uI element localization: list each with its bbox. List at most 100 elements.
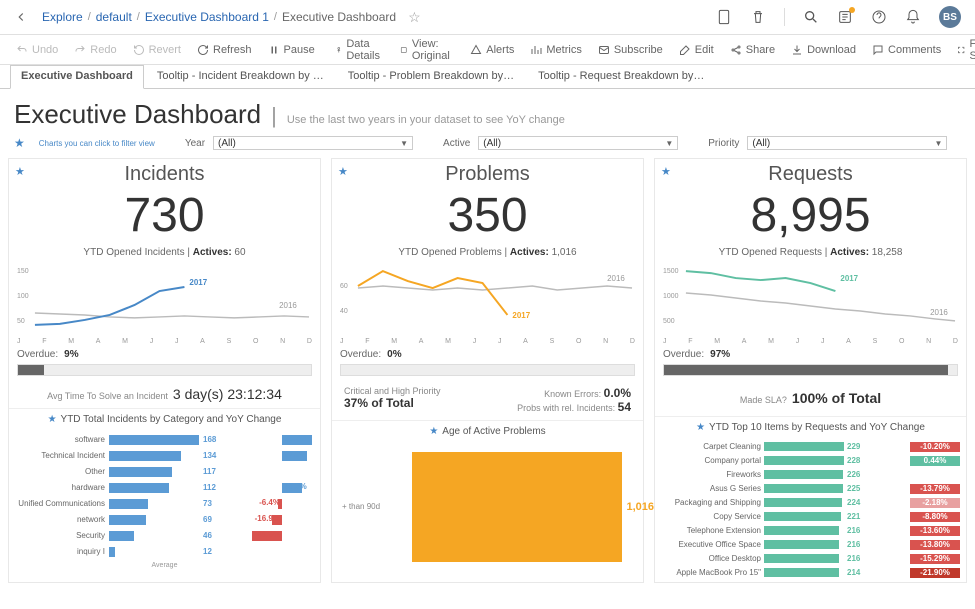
requests-subcard-title: ★YTD Top 10 Items by Requests and YoY Ch…: [655, 416, 966, 438]
back-icon[interactable]: [14, 10, 28, 24]
bar-row[interactable]: hardware 112 45.5%: [17, 480, 312, 496]
star-icon: ★: [696, 422, 705, 433]
problems-card[interactable]: ★ Problems 350 YTD Opened Problems | Act…: [331, 158, 644, 583]
overdue-val: 0%: [387, 349, 401, 360]
bar-row[interactable]: Packaging and Shipping 224 -2.18%: [661, 496, 960, 510]
undo-button: Undo: [10, 41, 64, 59]
notification-dot: [849, 7, 855, 13]
age-bar-value: 1,016: [626, 501, 654, 513]
bar-row[interactable]: Executive Office Space 216 -13.80%: [661, 538, 960, 552]
hint-text: Charts you can click to filter view: [39, 139, 155, 148]
incidents-card[interactable]: ★ Incidents 730 YTD Opened Incidents | A…: [8, 158, 321, 583]
breadcrumb-default[interactable]: default: [96, 10, 132, 24]
bar-row[interactable]: Office Desktop 216 -15.29%: [661, 552, 960, 566]
incidents-trend-chart[interactable]: 15010050 2016 2017: [9, 258, 320, 338]
bar-row[interactable]: Technical Incident 134 57.6%: [17, 448, 312, 464]
age-bar: 1,016: [412, 452, 622, 562]
bar-row[interactable]: Fireworks 226: [661, 468, 960, 482]
svg-text:60: 60: [340, 283, 348, 290]
favorite-star-icon[interactable]: ☆: [408, 9, 421, 26]
view-button[interactable]: View: Original: [394, 35, 460, 65]
svg-text:40: 40: [340, 308, 348, 315]
sla-line: Made SLA? 100% of Total: [655, 380, 966, 416]
breadcrumb-sep: /: [137, 11, 140, 23]
share-button[interactable]: Share: [724, 41, 781, 59]
comments-button[interactable]: Comments: [866, 41, 947, 59]
svg-text:100: 100: [17, 293, 29, 300]
problems-count: 350: [332, 186, 643, 247]
requests-trend-chart[interactable]: 15001000500 2016 2017: [655, 258, 966, 338]
requests-item-bars[interactable]: Carpet Cleaning 229 -10.20%Company porta…: [655, 438, 966, 582]
breadcrumb: Explore / default / Executive Dashboard …: [42, 10, 396, 24]
updates-icon[interactable]: [837, 9, 853, 25]
svg-text:1000: 1000: [663, 293, 679, 300]
filter-active-select[interactable]: (All)▼: [478, 136, 678, 150]
star-icon: ★: [429, 426, 438, 437]
toolbar: Undo Redo Revert Refresh Pause Data Deta…: [0, 35, 975, 65]
bar-row[interactable]: network 69 -16.9%: [17, 512, 312, 528]
overdue-label: Overdue:: [340, 349, 381, 360]
problems-subline: YTD Opened Problems | Actives: 1,016: [332, 247, 643, 258]
svg-text:1500: 1500: [663, 268, 679, 275]
bar-row[interactable]: Apple MacBook Pro 15" 214 -21.90%: [661, 566, 960, 580]
title-sep: |: [271, 103, 277, 129]
bar-row[interactable]: Copy Service 221 -8.80%: [661, 510, 960, 524]
avatar[interactable]: BS: [939, 6, 961, 28]
problems-age-chart[interactable]: + than 90d 1,016: [332, 442, 643, 572]
filter-year-label: Year: [185, 138, 205, 149]
tab-tooltip-problem[interactable]: Tooltip - Problem Breakdown by…: [337, 65, 525, 88]
alerts-button[interactable]: Alerts: [464, 41, 520, 59]
star-icon: ★: [48, 414, 57, 425]
breadcrumb-dash1[interactable]: Executive Dashboard 1: [145, 10, 269, 24]
help-icon[interactable]: [871, 9, 887, 25]
fullscreen-button[interactable]: Full Screen: [951, 35, 975, 65]
bar-row[interactable]: Carpet Cleaning 229 -10.20%: [661, 440, 960, 454]
svg-text:500: 500: [663, 318, 675, 325]
tab-tooltip-incident[interactable]: Tooltip - Incident Breakdown by …: [146, 65, 335, 88]
bar-row[interactable]: inquiry I 12: [17, 544, 312, 560]
star-hint-icon: ★: [14, 136, 25, 150]
tab-tooltip-request[interactable]: Tooltip - Request Breakdown by…: [527, 65, 715, 88]
month-axis: JFMAMJJASOND: [332, 338, 643, 345]
edit-button[interactable]: Edit: [673, 41, 720, 59]
problems-trend-chart[interactable]: 6040 2016 2017: [332, 258, 643, 338]
pause-button[interactable]: Pause: [262, 41, 321, 59]
subscribe-button[interactable]: Subscribe: [592, 41, 669, 59]
breadcrumb-sep: /: [274, 11, 277, 23]
star-icon: ★: [661, 165, 671, 178]
metrics-button[interactable]: Metrics: [524, 41, 587, 59]
problems-subcard-title: ★Age of Active Problems: [332, 420, 643, 442]
search-icon[interactable]: [803, 9, 819, 25]
filter-priority-label: Priority: [708, 138, 739, 149]
breadcrumb-explore[interactable]: Explore: [42, 10, 83, 24]
bar-row[interactable]: software 168 69.7%: [17, 432, 312, 448]
download-button[interactable]: Download: [785, 41, 862, 59]
breadcrumb-current: Executive Dashboard: [282, 10, 396, 24]
device-icon[interactable]: [716, 9, 732, 25]
bar-row[interactable]: Unified Communications 73 -6.4%: [17, 496, 312, 512]
bell-icon[interactable]: [905, 9, 921, 25]
filter-year-select[interactable]: (All)▼: [213, 136, 413, 150]
page-title: Executive Dashboard: [14, 99, 261, 130]
trash-icon[interactable]: [750, 9, 766, 25]
bar-row[interactable]: Company portal 228 0.44%: [661, 454, 960, 468]
bar-row[interactable]: Other 117: [17, 464, 312, 480]
avg-time-line: Avg Time To Solve an Incident 3 day(s) 2…: [9, 380, 320, 408]
requests-card[interactable]: ★ Requests 8,995 YTD Opened Requests | A…: [654, 158, 967, 583]
worksheet-tabs: Executive Dashboard Tooltip - Incident B…: [0, 65, 975, 89]
incidents-subcard-title: ★YTD Total Incidents by Category and YoY…: [9, 408, 320, 430]
tab-executive-dashboard[interactable]: Executive Dashboard: [10, 65, 144, 89]
bar-row[interactable]: Telephone Extension 216 -13.60%: [661, 524, 960, 538]
bar-row[interactable]: Security 46 -49.5%: [17, 528, 312, 544]
overdue-bar: [17, 364, 312, 376]
star-icon: ★: [15, 165, 25, 178]
incidents-category-bars[interactable]: software 168 69.7%Technical Incident 134…: [9, 430, 320, 571]
month-axis: JFMAMJJASOND: [655, 338, 966, 345]
bar-row[interactable]: Asus G Series 225 -13.79%: [661, 482, 960, 496]
overdue-label: Overdue:: [663, 349, 704, 360]
chevron-down-icon: ▼: [400, 139, 408, 148]
filter-active-label: Active: [443, 138, 470, 149]
filter-priority-select[interactable]: (All)▼: [747, 136, 947, 150]
refresh-button[interactable]: Refresh: [191, 41, 258, 59]
data-details-button[interactable]: Data Details: [329, 35, 391, 65]
